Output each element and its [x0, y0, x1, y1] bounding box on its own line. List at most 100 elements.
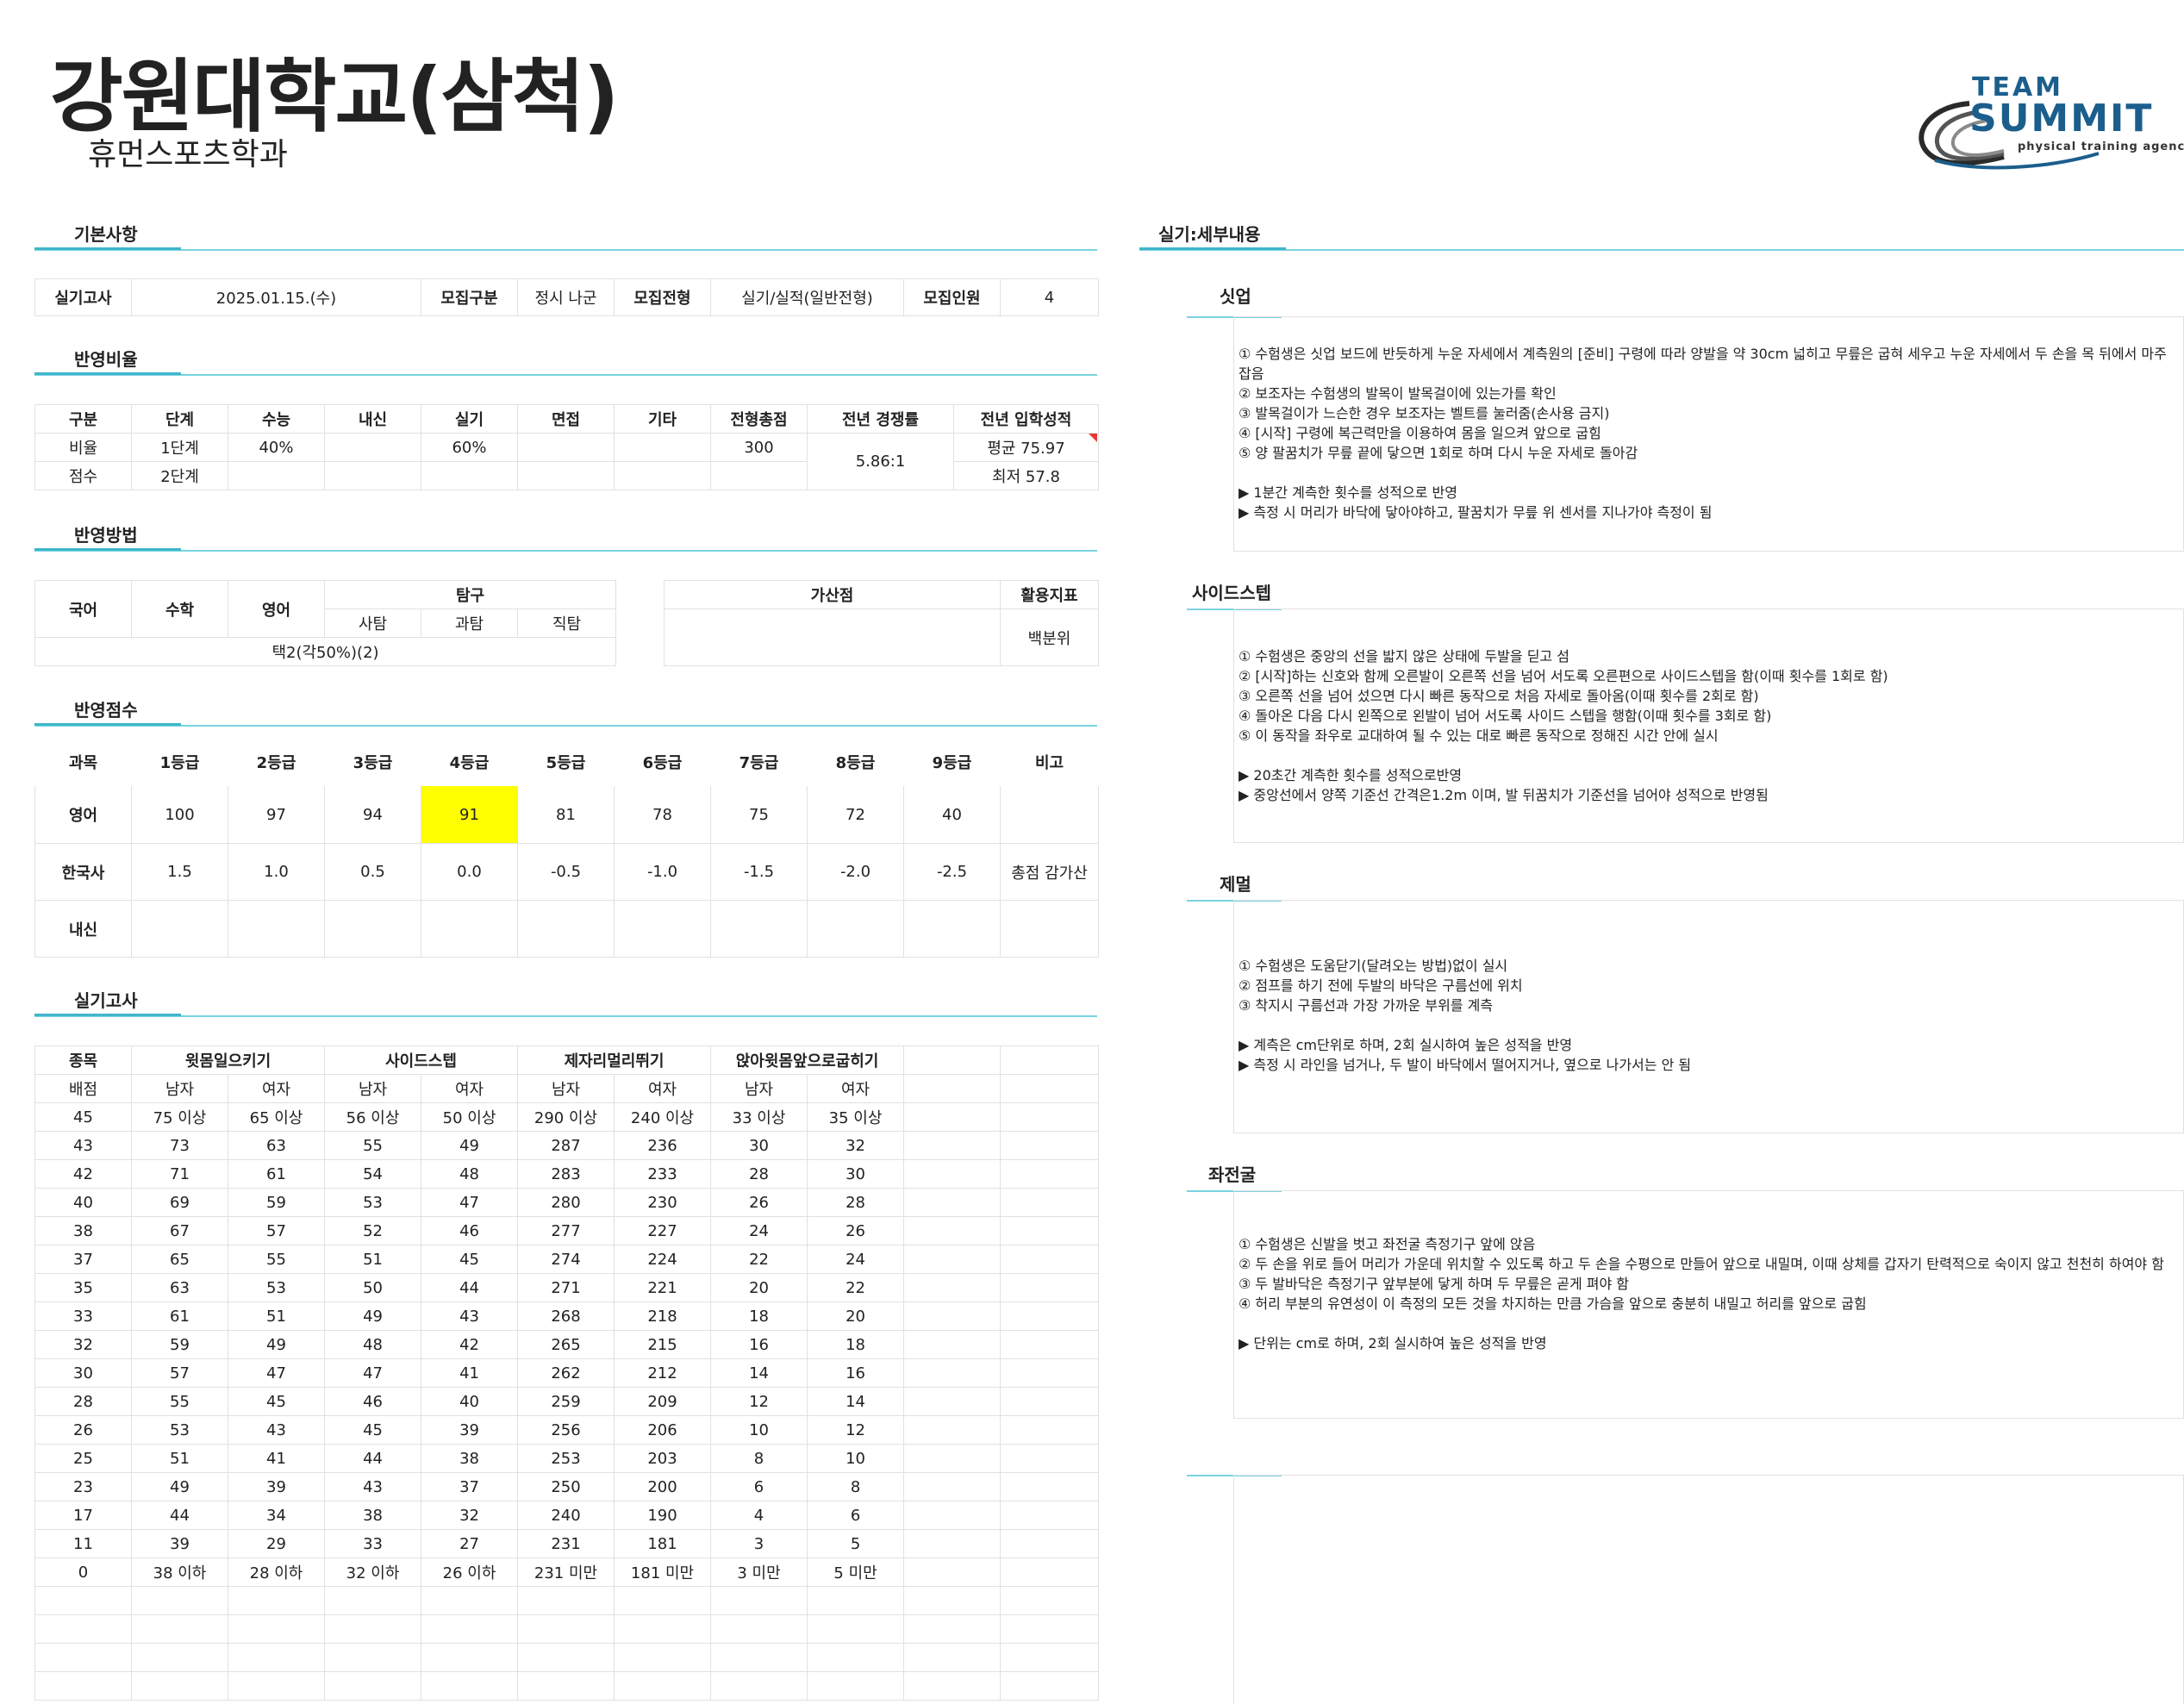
standard-cell: 59	[131, 1330, 228, 1359]
bonus-value	[664, 609, 1001, 666]
ratio-cell: 40%	[228, 433, 325, 462]
table-row-empty	[34, 1586, 1100, 1615]
empty-cell	[1000, 1102, 1100, 1132]
table-row: 비율 1단계 40% 60% 300 5.86:1 평균 75.97	[34, 433, 1099, 490]
standard-cell: 215	[614, 1330, 712, 1359]
empty-cell	[324, 1643, 422, 1672]
table-row: 45 75 이상 65 이상 56 이상 50 이상 290 이상 240 이상 33 이상 3…	[34, 1102, 1100, 1132]
standard-cell: 240	[517, 1501, 615, 1530]
empty-cell	[903, 1188, 1002, 1217]
section-divider	[34, 374, 1097, 376]
detail-line: ③ 오른쪽 선을 넘어 섰으면 다시 빠른 동작으로 처음 자세로 돌아옴(이때…	[1239, 688, 1759, 704]
detail-line: ③ 발목걸이가 느슨한 경우 보조자는 벨트를 눌러줌(손사용 금지)	[1239, 405, 1610, 421]
empty-cell	[1000, 1245, 1100, 1274]
ratio-cell: 60%	[421, 433, 518, 462]
empty-cell	[227, 1586, 326, 1615]
event-sit-and-reach: 앉아윗몸앞으로굽히기	[710, 1045, 905, 1075]
empty-cell	[903, 1501, 1002, 1530]
method-combo-value: 택2(각50%)(2)	[34, 637, 616, 666]
score-cell: 94	[324, 785, 421, 844]
ratio-header: 수능	[228, 404, 325, 434]
empty-cell	[1000, 1529, 1100, 1558]
logo-summit-text: SUMMIT	[1969, 97, 2154, 140]
standard-cell: 50	[324, 1273, 422, 1302]
standard-cell: 48	[421, 1159, 519, 1189]
table-row: 영어 100 97 94 91 81 78 75 72 40	[34, 785, 1099, 844]
standard-cell: 24	[807, 1245, 905, 1274]
score-header: 과목	[34, 737, 132, 786]
empty-cell	[614, 1614, 712, 1644]
table-header-row: 구분 단계 수능 내신 실기 면접 기타 전형총점 전년 경쟁률 전년 입학성적	[34, 404, 1099, 434]
standard-cell: 44	[421, 1273, 519, 1302]
empty-cell	[517, 1671, 615, 1701]
score-cell: -2.0	[807, 843, 904, 901]
standard-cell: 44	[131, 1501, 228, 1530]
empty-cell	[1000, 1358, 1100, 1388]
prev-min-score: 최저 57.8	[953, 461, 1099, 490]
standard-cell: 233	[614, 1159, 712, 1189]
comment-indicator-icon[interactable]	[1089, 434, 1097, 442]
empty-cell	[614, 1586, 712, 1615]
gender-female: 여자	[614, 1074, 712, 1103]
score-cell	[614, 900, 711, 958]
table-row-empty	[34, 1671, 1100, 1701]
points-cell: 45	[34, 1102, 132, 1132]
standard-cell: 240 이상	[614, 1102, 712, 1132]
standard-cell: 32	[421, 1501, 519, 1530]
standard-cell: 43	[324, 1472, 422, 1501]
detail-title-sidestep: 사이드스텝	[1192, 583, 1271, 603]
detail-line: ② 보조자는 수험생의 발목이 발목걸이에 있는가를 확인	[1239, 385, 1557, 402]
table-header-row: 배점 남자 여자 남자 여자 남자 여자 남자 여자	[34, 1074, 1100, 1103]
points-cell: 42	[34, 1159, 132, 1189]
detail-line: ⑤ 이 동작을 좌우로 교대하여 될 수 있는 대로 빠른 동작으로 정해진 시…	[1239, 727, 1719, 744]
standard-cell: 290 이상	[517, 1102, 615, 1132]
ratio-cell	[614, 461, 711, 490]
standard-cell: 231	[517, 1529, 615, 1558]
recruit-group-label: 모집구분	[421, 278, 518, 316]
empty-cell	[34, 1614, 132, 1644]
empty-cell	[807, 1671, 905, 1701]
score-cell	[710, 900, 808, 958]
empty-cell	[34, 1671, 132, 1701]
recruit-count-label: 모집인원	[903, 278, 1001, 316]
standard-cell: 18	[710, 1301, 808, 1331]
table-row: 40 69 59 53 47 280 230 26 28	[34, 1188, 1100, 1217]
empty-cell	[807, 1614, 905, 1644]
exam-date-value: 2025.01.15.(수)	[131, 278, 421, 316]
empty-cell	[517, 1586, 615, 1615]
standard-cell: 33	[324, 1529, 422, 1558]
standard-cell: 20	[807, 1301, 905, 1331]
standard-cell: 41	[421, 1358, 519, 1388]
index-header: 활용지표	[1000, 580, 1099, 609]
standard-cell: 5	[807, 1529, 905, 1558]
standard-cell: 53	[324, 1188, 422, 1217]
detail-title-sit-and-reach: 좌전굴	[1208, 1164, 1257, 1185]
empty-cell	[903, 1586, 1002, 1615]
empty-cell	[903, 1557, 1002, 1587]
detail-line: ▶ 중앙선에서 양쪽 기준선 간격은1.2m 이며, 발 뒤꿈치가 기준선을 넘…	[1239, 787, 1769, 803]
standard-cell: 65 이상	[227, 1102, 326, 1132]
ratio-cell	[517, 461, 615, 490]
detail-line: ▶ 측정 시 머리가 바닥에 닿아야하고, 팔꿈치가 무릎 위 센서를 지나가야…	[1239, 504, 1713, 521]
detail-line: ④ 허리 부분의 유연성이 이 측정의 모든 것을 차지하는 만큼 가슴을 앞으…	[1239, 1295, 1867, 1312]
standard-cell: 212	[614, 1358, 712, 1388]
table-row-empty	[34, 1643, 1100, 1672]
standard-cell: 34	[227, 1501, 326, 1530]
empty-cell	[1000, 1501, 1100, 1530]
standard-cell: 287	[517, 1131, 615, 1160]
recruit-count-value: 4	[1000, 278, 1099, 316]
score-cell-highlighted: 91	[421, 785, 518, 844]
detail-line: ② [시작]하는 신호와 함께 오른발이 오른쪽 선을 넘어 서도록 오른편으로…	[1239, 668, 1888, 684]
ratio-header: 실기	[421, 404, 518, 434]
table-row: 42 71 61 54 48 283 233 28 30	[34, 1159, 1100, 1189]
table-header-row: 가산점 활용지표	[664, 580, 1099, 609]
standard-cell: 75 이상	[131, 1102, 228, 1132]
empty-cell	[1000, 1643, 1100, 1672]
points-label: 배점	[34, 1074, 132, 1103]
points-cell: 40	[34, 1188, 132, 1217]
points-cell: 33	[34, 1301, 132, 1331]
table-header-row: 종목 윗몸일으키기 사이드스텝 제자리멀리뛰기 앉아윗몸앞으로굽히기	[34, 1045, 1100, 1075]
standard-cell: 218	[614, 1301, 712, 1331]
detail-line: ③ 두 발바닥은 측정기구 앞부분에 닿게 하며 두 무릎은 곧게 펴야 함	[1239, 1276, 1630, 1292]
